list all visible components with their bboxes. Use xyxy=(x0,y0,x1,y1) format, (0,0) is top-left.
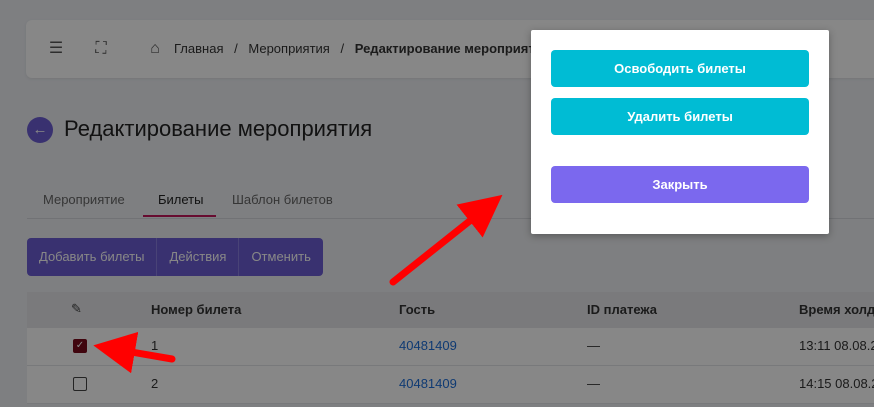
arrow-to-modal xyxy=(389,194,503,286)
annotation-arrows xyxy=(93,194,503,374)
arrow-to-checkbox xyxy=(93,331,176,374)
